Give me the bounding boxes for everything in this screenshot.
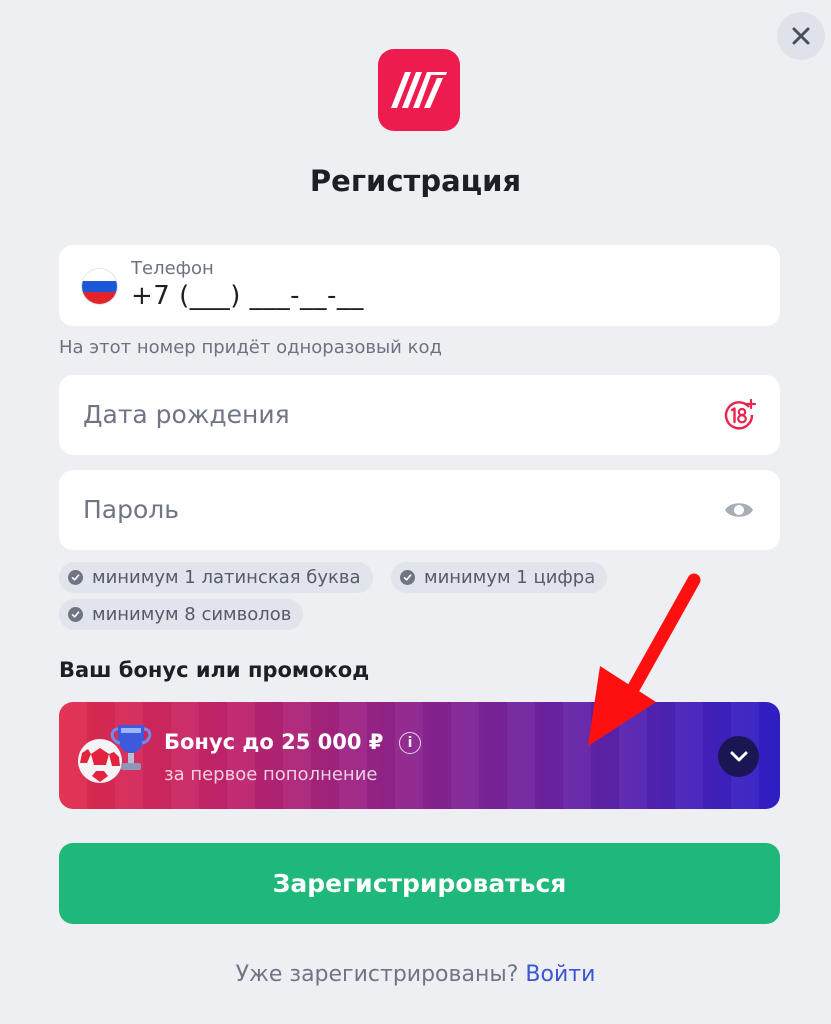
login-link[interactable]: Войти [525, 962, 595, 987]
brand-logo-icon [378, 49, 460, 131]
login-prompt-line: Уже зарегистрированы? Войти [0, 962, 831, 987]
eye-icon[interactable] [720, 491, 758, 529]
age-18-plus-icon [720, 396, 758, 434]
register-button[interactable]: Зарегистрироваться [59, 843, 780, 924]
password-requirement-length: минимум 8 символов [59, 599, 304, 630]
login-prompt: Уже зарегистрированы? [235, 962, 519, 987]
annotation-arrow-icon [588, 573, 701, 746]
password-input[interactable]: Пароль [83, 495, 179, 524]
phone-field[interactable]: Телефон +7 (___) ___-__-__ [59, 245, 780, 326]
close-button[interactable] [777, 12, 825, 60]
page-title: Регистрация [309, 164, 522, 198]
check-icon [68, 607, 83, 622]
password-field[interactable]: Пароль [59, 470, 780, 550]
info-icon[interactable]: i [399, 732, 421, 754]
registration-modal: Регистрация Телефон +7 (___) ___-__-__ Н… [0, 0, 831, 1024]
check-icon [68, 570, 83, 585]
close-icon[interactable] [792, 27, 810, 45]
birthdate-field[interactable]: Дата рождения [59, 375, 780, 455]
requirement-label: минимум 8 символов [92, 604, 292, 625]
chevron-down-icon[interactable] [730, 751, 748, 763]
requirement-label: минимум 1 латинская буква [92, 567, 361, 588]
check-icon [400, 570, 415, 585]
phone-label: Телефон [131, 258, 214, 279]
phone-hint: На этот номер придёт одноразовый код [59, 337, 442, 358]
football-trophy-icon [74, 719, 156, 791]
bonus-title: Бонус до 25 000 ₽ [164, 730, 384, 754]
birthdate-input[interactable]: Дата рождения [83, 400, 290, 429]
phone-input[interactable]: +7 (___) ___-__-__ [131, 281, 364, 311]
bonus-subtitle: за первое пополнение [164, 764, 378, 785]
password-requirement-latin: минимум 1 латинская буква [59, 562, 373, 593]
russia-flag-icon[interactable] [82, 269, 117, 304]
bonus-expand-button[interactable] [718, 736, 759, 777]
bonus-section-label: Ваш бонус или промокод [59, 658, 370, 682]
